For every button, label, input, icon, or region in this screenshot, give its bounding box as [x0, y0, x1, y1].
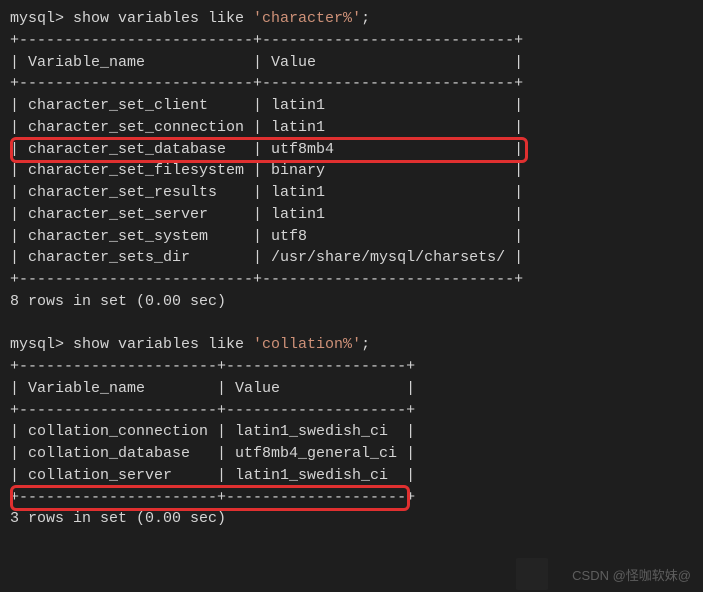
- table-row: | character_set_results | latin1 |: [10, 182, 693, 204]
- mysql-command-2: mysql> show variables like 'collation%';: [10, 334, 693, 356]
- table-row: | collation_connection | latin1_swedish_…: [10, 421, 693, 443]
- table-border: +--------------------------+------------…: [10, 269, 693, 291]
- cmd-prefix: show variables like: [64, 10, 253, 27]
- table-border: +--------------------------+------------…: [10, 73, 693, 95]
- table-row-highlighted: | character_set_database | utf8mb4 |: [10, 139, 693, 161]
- cmd-suffix: ;: [361, 336, 370, 353]
- table-border: +----------------------+----------------…: [10, 400, 693, 422]
- result-footer: 3 rows in set (0.00 sec): [10, 508, 693, 530]
- cmd-string: 'collation%': [253, 336, 361, 353]
- table-border: +----------------------+----------------…: [10, 487, 693, 509]
- table-border: +--------------------------+------------…: [10, 30, 693, 52]
- table-row: | character_set_server | latin1 |: [10, 204, 693, 226]
- mysql-command-1: mysql> show variables like 'character%';: [10, 8, 693, 30]
- cmd-string: 'character%': [253, 10, 361, 27]
- blank-line: [10, 313, 693, 335]
- table-border: +----------------------+----------------…: [10, 356, 693, 378]
- table-row: | character_set_filesystem | binary |: [10, 160, 693, 182]
- table-row: | character_set_connection | latin1 |: [10, 117, 693, 139]
- watermark-text: CSDN @怪咖软妹@: [572, 567, 691, 586]
- table-row: | collation_server | latin1_swedish_ci |: [10, 465, 693, 487]
- table-header: | Variable_name | Value |: [10, 52, 693, 74]
- result-footer: 8 rows in set (0.00 sec): [10, 291, 693, 313]
- prompt: mysql>: [10, 336, 64, 353]
- cmd-suffix: ;: [361, 10, 370, 27]
- table-header: | Variable_name | Value |: [10, 378, 693, 400]
- table-row: | character_sets_dir | /usr/share/mysql/…: [10, 247, 693, 269]
- table-row: | character_set_client | latin1 |: [10, 95, 693, 117]
- table-row-highlighted: | collation_database | utf8mb4_general_c…: [10, 443, 693, 465]
- prompt: mysql>: [10, 10, 64, 27]
- table-row: | character_set_system | utf8 |: [10, 226, 693, 248]
- watermark-avatar: [516, 558, 548, 590]
- cmd-prefix: show variables like: [64, 336, 253, 353]
